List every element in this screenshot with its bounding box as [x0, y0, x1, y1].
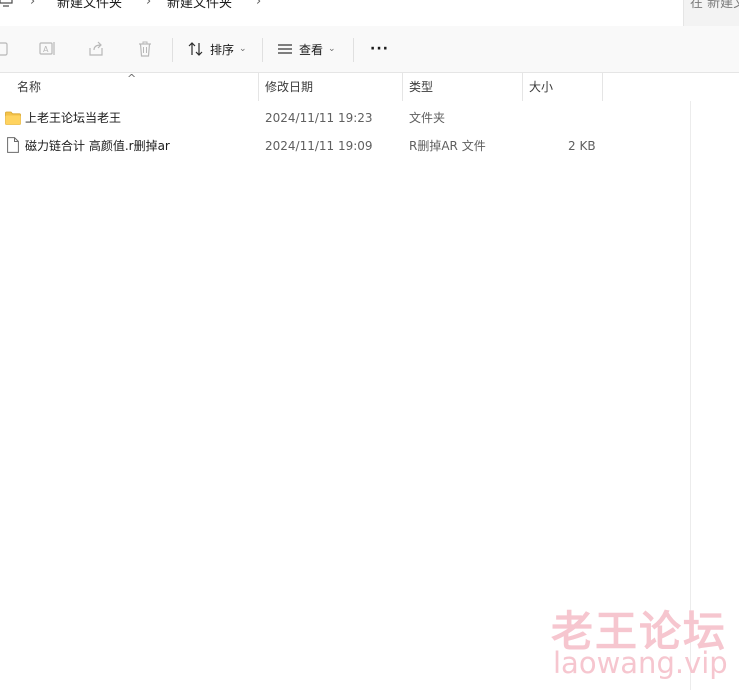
column-header-modified[interactable]: 修改日期 [265, 73, 313, 101]
column-divider[interactable] [258, 73, 259, 101]
command-bar: A 排序 ⌄ 查看 ⌄ ··· [0, 26, 739, 73]
more-icon: ··· [370, 41, 389, 57]
chevron-right-icon[interactable]: › [146, 0, 151, 9]
file-size: 2 KB [568, 139, 596, 153]
file-name[interactable]: 磁力链合计 高颜值.r删掉ar [25, 133, 170, 159]
delete-button[interactable] [137, 36, 153, 62]
folder-icon [5, 110, 21, 129]
column-divider[interactable] [402, 73, 403, 101]
address-bar: › 新建文件夹 › 新建文件夹 › 在 新建文 [0, 0, 739, 27]
share-icon [88, 41, 106, 57]
toolbar-divider [262, 38, 263, 62]
column-divider[interactable] [522, 73, 523, 101]
sort-ascending-icon: ^ [127, 72, 137, 85]
chevron-down-icon: ⌄ [239, 44, 247, 54]
rename-icon: A [39, 41, 57, 57]
breadcrumb-item[interactable]: 新建文件夹 [57, 0, 122, 11]
chevron-right-icon[interactable]: › [30, 0, 35, 9]
file-type: 文件夹 [409, 111, 446, 125]
share-button[interactable] [88, 36, 106, 62]
trash-icon [137, 41, 153, 57]
breadcrumb[interactable]: › 新建文件夹 › 新建文件夹 › [0, 0, 684, 26]
more-options-button[interactable]: ··· [370, 36, 389, 62]
view-button[interactable]: 查看 ⌄ [277, 36, 336, 62]
column-header: ^ 名称 修改日期 类型 大小 [0, 73, 739, 101]
column-header-name[interactable]: 名称 [17, 73, 41, 101]
chevron-down-icon: ⌄ [328, 44, 336, 54]
sort-button[interactable]: 排序 ⌄ [188, 36, 247, 62]
toolbar-divider [353, 38, 354, 62]
watermark-url: laowang.vip [553, 646, 728, 680]
file-modified: 2024/11/11 19:23 [265, 111, 373, 125]
list-item[interactable]: 上老王论坛当老王 2024/11/11 19:23 文件夹 [0, 105, 739, 131]
file-type: R删掉AR 文件 [409, 139, 486, 153]
chevron-right-icon[interactable]: › [256, 0, 261, 9]
list-item[interactable]: 磁力链合计 高颜值.r删掉ar 2024/11/11 19:09 R删掉AR 文… [0, 133, 739, 159]
sort-icon [188, 41, 204, 57]
column-divider[interactable] [602, 73, 603, 101]
view-label: 查看 [299, 42, 324, 57]
view-list-icon [277, 42, 293, 56]
svg-text:A: A [43, 45, 49, 54]
file-modified: 2024/11/11 19:09 [265, 139, 373, 153]
toolbar-divider [172, 38, 173, 62]
file-name[interactable]: 上老王论坛当老王 [25, 105, 121, 131]
column-header-size[interactable]: 大小 [529, 73, 553, 101]
column-header-type[interactable]: 类型 [409, 73, 433, 101]
breadcrumb-item[interactable]: 新建文件夹 [167, 0, 232, 11]
search-input[interactable]: 在 新建文 [690, 0, 739, 11]
paste-icon [0, 41, 10, 57]
sort-label: 排序 [210, 42, 235, 57]
file-icon [7, 137, 19, 157]
paste-button[interactable] [0, 36, 10, 62]
computer-icon[interactable] [0, 0, 14, 16]
rename-button[interactable]: A [39, 36, 57, 62]
